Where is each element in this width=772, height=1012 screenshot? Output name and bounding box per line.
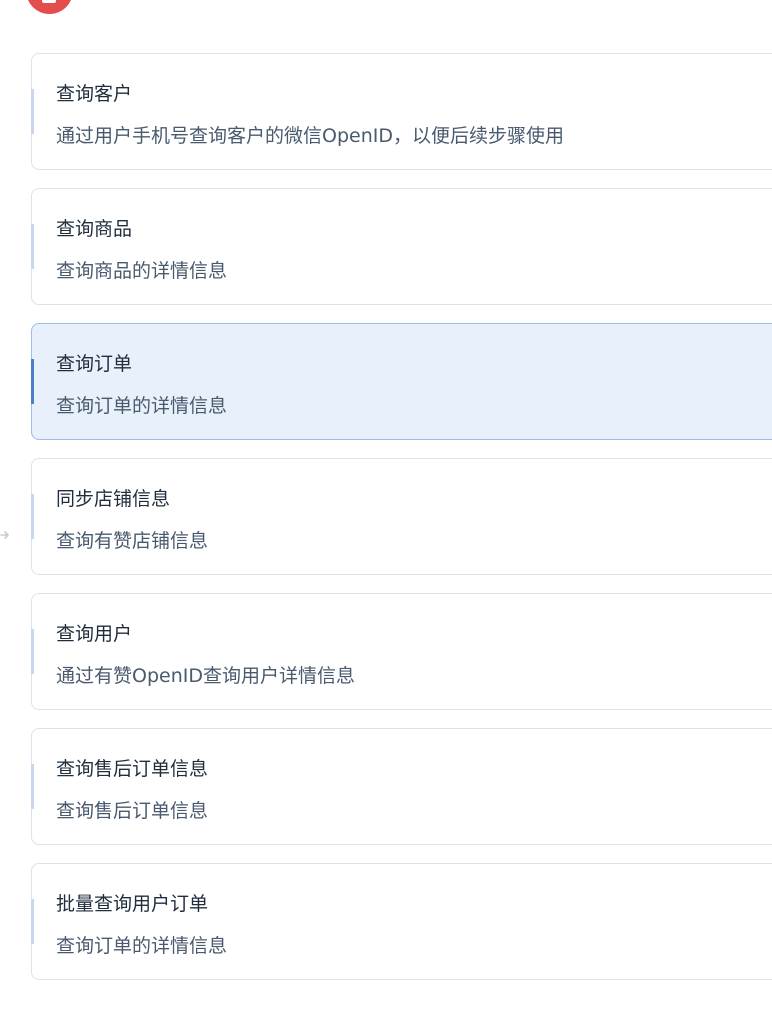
step-card-query-aftersale-order[interactable]: 查询售后订单信息 查询售后订单信息 [31,728,772,845]
step-card-sync-store-info[interactable]: 同步店铺信息 查询有赞店铺信息 [31,458,772,575]
card-accent-bar [31,359,34,404]
step-title: 批量查询用户订单 [56,893,209,915]
card-accent-bar [31,764,34,809]
step-card-query-user[interactable]: 查询用户 通过有赞OpenID查询用户详情信息 [31,593,772,710]
arrow-right-icon [0,531,9,539]
step-title: 查询用户 [56,623,133,645]
step-description: 查询售后订单信息 [56,800,209,822]
step-card-query-product[interactable]: 查询商品 查询商品的详情信息 [31,188,772,305]
step-title: 查询售后订单信息 [56,758,209,780]
card-accent-bar [31,899,34,944]
step-title: 同步店铺信息 [56,488,171,510]
step-description: 通过有赞OpenID查询用户详情信息 [56,665,355,687]
step-description: 查询有赞店铺信息 [56,530,209,552]
step-list: 查询客户 通过用户手机号查询客户的微信OpenID，以便后续步骤使用 查询商品 … [31,53,772,998]
card-accent-bar [31,224,34,269]
step-description: 查询订单的详情信息 [56,395,228,417]
card-accent-bar [31,494,34,539]
step-description: 查询订单的详情信息 [56,935,228,957]
card-accent-bar [31,629,34,674]
card-accent-bar [31,89,34,134]
step-description: 查询商品的详情信息 [56,260,228,282]
step-title: 查询订单 [56,353,133,375]
step-description: 通过用户手机号查询客户的微信OpenID，以便后续步骤使用 [56,125,564,147]
step-card-batch-query-user-orders[interactable]: 批量查询用户订单 查询订单的详情信息 [31,863,772,980]
brand-logo-icon [26,0,73,14]
page: 查询客户 通过用户手机号查询客户的微信OpenID，以便后续步骤使用 查询商品 … [0,0,772,1012]
step-title: 查询客户 [56,83,133,105]
step-card-query-order[interactable]: 查询订单 查询订单的详情信息 [31,323,772,440]
step-title: 查询商品 [56,218,133,240]
step-card-query-customer[interactable]: 查询客户 通过用户手机号查询客户的微信OpenID，以便后续步骤使用 [31,53,772,170]
